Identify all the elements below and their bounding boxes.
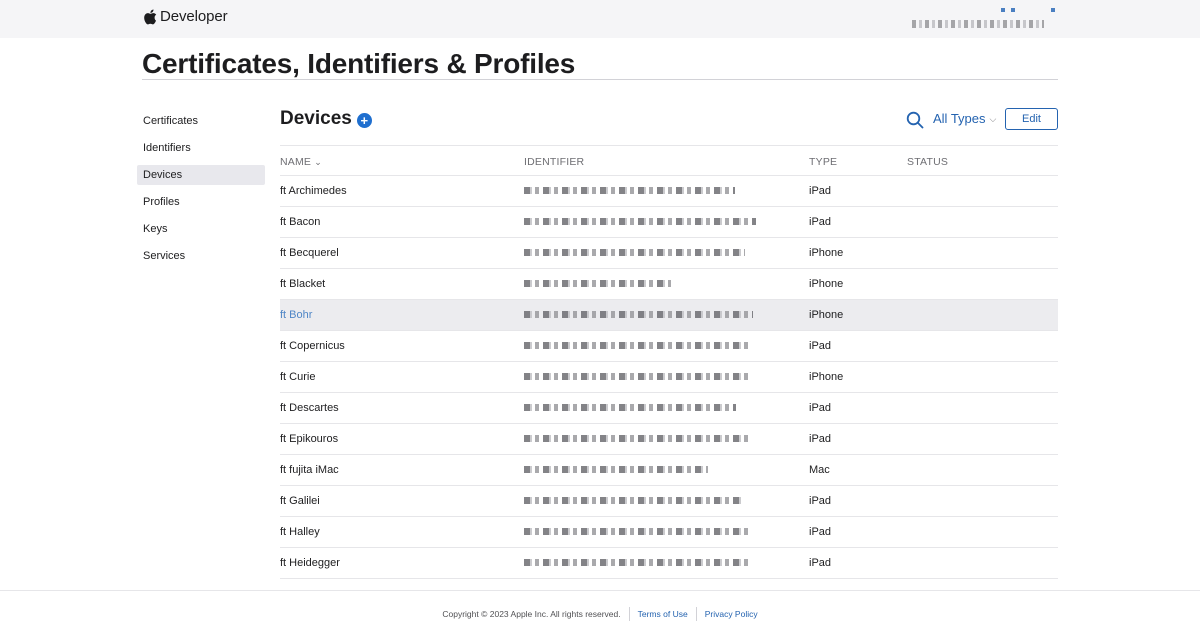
copyright-text: Copyright © 2023 Apple Inc. All rights r…	[442, 609, 621, 619]
table-row[interactable]: ft Becquerel iPhone	[280, 238, 1058, 269]
brand-label: Developer	[160, 8, 228, 25]
sidebar-item-identifiers[interactable]: Identifiers	[137, 138, 265, 158]
apple-logo-icon	[144, 9, 157, 24]
sidebar-nav: Certificates Identifiers Devices Profile…	[137, 111, 265, 273]
device-type: iPad	[809, 402, 832, 414]
table-row[interactable]: ft Epikouros iPad	[280, 424, 1058, 455]
table-row[interactable]: ft Blacket iPhone	[280, 269, 1058, 300]
column-header-status[interactable]: STATUS	[907, 156, 948, 168]
sidebar-item-certificates[interactable]: Certificates	[137, 111, 265, 131]
footer: Copyright © 2023 Apple Inc. All rights r…	[0, 607, 1200, 621]
device-identifier-redacted	[524, 404, 736, 411]
sidebar-item-services[interactable]: Services	[137, 246, 265, 266]
device-type: iPad	[809, 557, 832, 569]
sidebar-item-devices[interactable]: Devices	[137, 165, 265, 185]
device-name-link[interactable]: ft Archimedes	[280, 185, 347, 197]
add-device-button[interactable]: +	[356, 112, 372, 128]
sidebar-item-profiles[interactable]: Profiles	[137, 192, 265, 212]
menu-dot	[1011, 8, 1015, 12]
table-row[interactable]: ft Halley iPad	[280, 517, 1058, 548]
device-name-link[interactable]: ft fujita iMac	[280, 464, 339, 476]
page-title: Certificates, Identifiers & Profiles	[142, 48, 576, 79]
table-row[interactable]: ft Bacon iPad	[280, 207, 1058, 238]
menu-dot	[1001, 8, 1005, 12]
footer-divider	[0, 590, 1200, 591]
device-identifier-redacted	[524, 528, 750, 535]
device-name-link[interactable]: ft Bacon	[280, 216, 320, 228]
footer-separator	[628, 607, 630, 621]
device-type: iPhone	[809, 247, 844, 259]
terms-of-use-link[interactable]: Terms of Use	[638, 609, 688, 619]
device-identifier-redacted	[524, 559, 752, 566]
device-type: Mac	[809, 464, 830, 476]
table-row[interactable]: ft Bohr iPhone	[280, 300, 1058, 331]
devices-table: NAME ⌄ IDENTIFIER TYPE STATUS ft Archime…	[280, 145, 1058, 579]
device-name-link[interactable]: ft Halley	[280, 526, 320, 538]
edit-button[interactable]: Edit	[1005, 108, 1058, 130]
device-name-link[interactable]: ft Curie	[280, 371, 315, 383]
device-identifier-redacted	[524, 342, 752, 349]
table-row[interactable]: ft Curie iPhone	[280, 362, 1058, 393]
device-type: iPhone	[809, 309, 844, 321]
device-identifier-redacted	[524, 280, 671, 287]
table-row[interactable]: ft Copernicus iPad	[280, 331, 1058, 362]
device-type: iPad	[809, 495, 832, 507]
table-body: ft Archimedes iPad ft Bacon iPad ft Becquere…	[280, 176, 1058, 579]
global-header: Developer	[0, 0, 1200, 38]
section-header: Devices +	[280, 108, 372, 130]
device-identifier-redacted	[524, 187, 735, 194]
column-header-identifier[interactable]: IDENTIFIER	[524, 156, 584, 168]
table-row[interactable]: ft Descartes iPad	[280, 393, 1058, 424]
device-type: iPad	[809, 433, 832, 445]
column-header-type[interactable]: TYPE	[809, 156, 837, 168]
developer-home-link[interactable]: Developer	[143, 8, 228, 25]
device-name-link[interactable]: ft Descartes	[280, 402, 339, 414]
section-title: Devices	[280, 108, 352, 129]
account-name-redacted[interactable]	[912, 20, 1044, 28]
device-identifier-redacted	[524, 497, 742, 504]
device-type: iPhone	[809, 278, 844, 290]
table-row[interactable]: ft Archimedes iPad	[280, 176, 1058, 207]
table-row[interactable]: ft Heidegger iPad	[280, 548, 1058, 579]
footer-separator	[695, 607, 697, 621]
device-identifier-redacted	[524, 435, 749, 442]
device-name-link[interactable]: ft Bohr	[280, 309, 312, 321]
device-name-link[interactable]: ft Heidegger	[280, 557, 340, 569]
device-type: iPad	[809, 526, 832, 538]
table-header: NAME ⌄ IDENTIFIER TYPE STATUS	[280, 145, 1058, 176]
device-type: iPad	[809, 216, 832, 228]
table-row[interactable]: ft fujita iMac Mac	[280, 455, 1058, 486]
device-type: iPad	[809, 185, 832, 197]
column-header-name[interactable]: NAME ⌄	[280, 156, 322, 168]
sidebar-item-keys[interactable]: Keys	[137, 219, 265, 239]
sort-chevron-icon: ⌄	[314, 157, 323, 167]
menu-dot	[1051, 8, 1055, 12]
device-name-link[interactable]: ft Galilei	[280, 495, 320, 507]
device-identifier-redacted	[524, 373, 749, 380]
device-name-link[interactable]: ft Epikouros	[280, 433, 338, 445]
table-row[interactable]: ft Galilei iPad	[280, 486, 1058, 517]
device-identifier-redacted	[524, 311, 753, 318]
device-identifier-redacted	[524, 218, 756, 225]
device-type: iPhone	[809, 371, 844, 383]
device-name-link[interactable]: ft Blacket	[280, 278, 325, 290]
device-identifier-redacted	[524, 466, 708, 473]
type-filter-dropdown[interactable]: All Types ⌵	[933, 111, 996, 126]
chevron-down-icon: ⌵	[989, 114, 997, 124]
type-filter-label: All Types	[933, 111, 986, 126]
search-icon[interactable]	[906, 111, 924, 129]
device-name-link[interactable]: ft Becquerel	[280, 247, 339, 259]
device-identifier-redacted	[524, 249, 745, 256]
privacy-policy-link[interactable]: Privacy Policy	[705, 609, 758, 619]
device-type: iPad	[809, 340, 832, 352]
title-divider	[142, 79, 1058, 80]
device-name-link[interactable]: ft Copernicus	[280, 340, 345, 352]
